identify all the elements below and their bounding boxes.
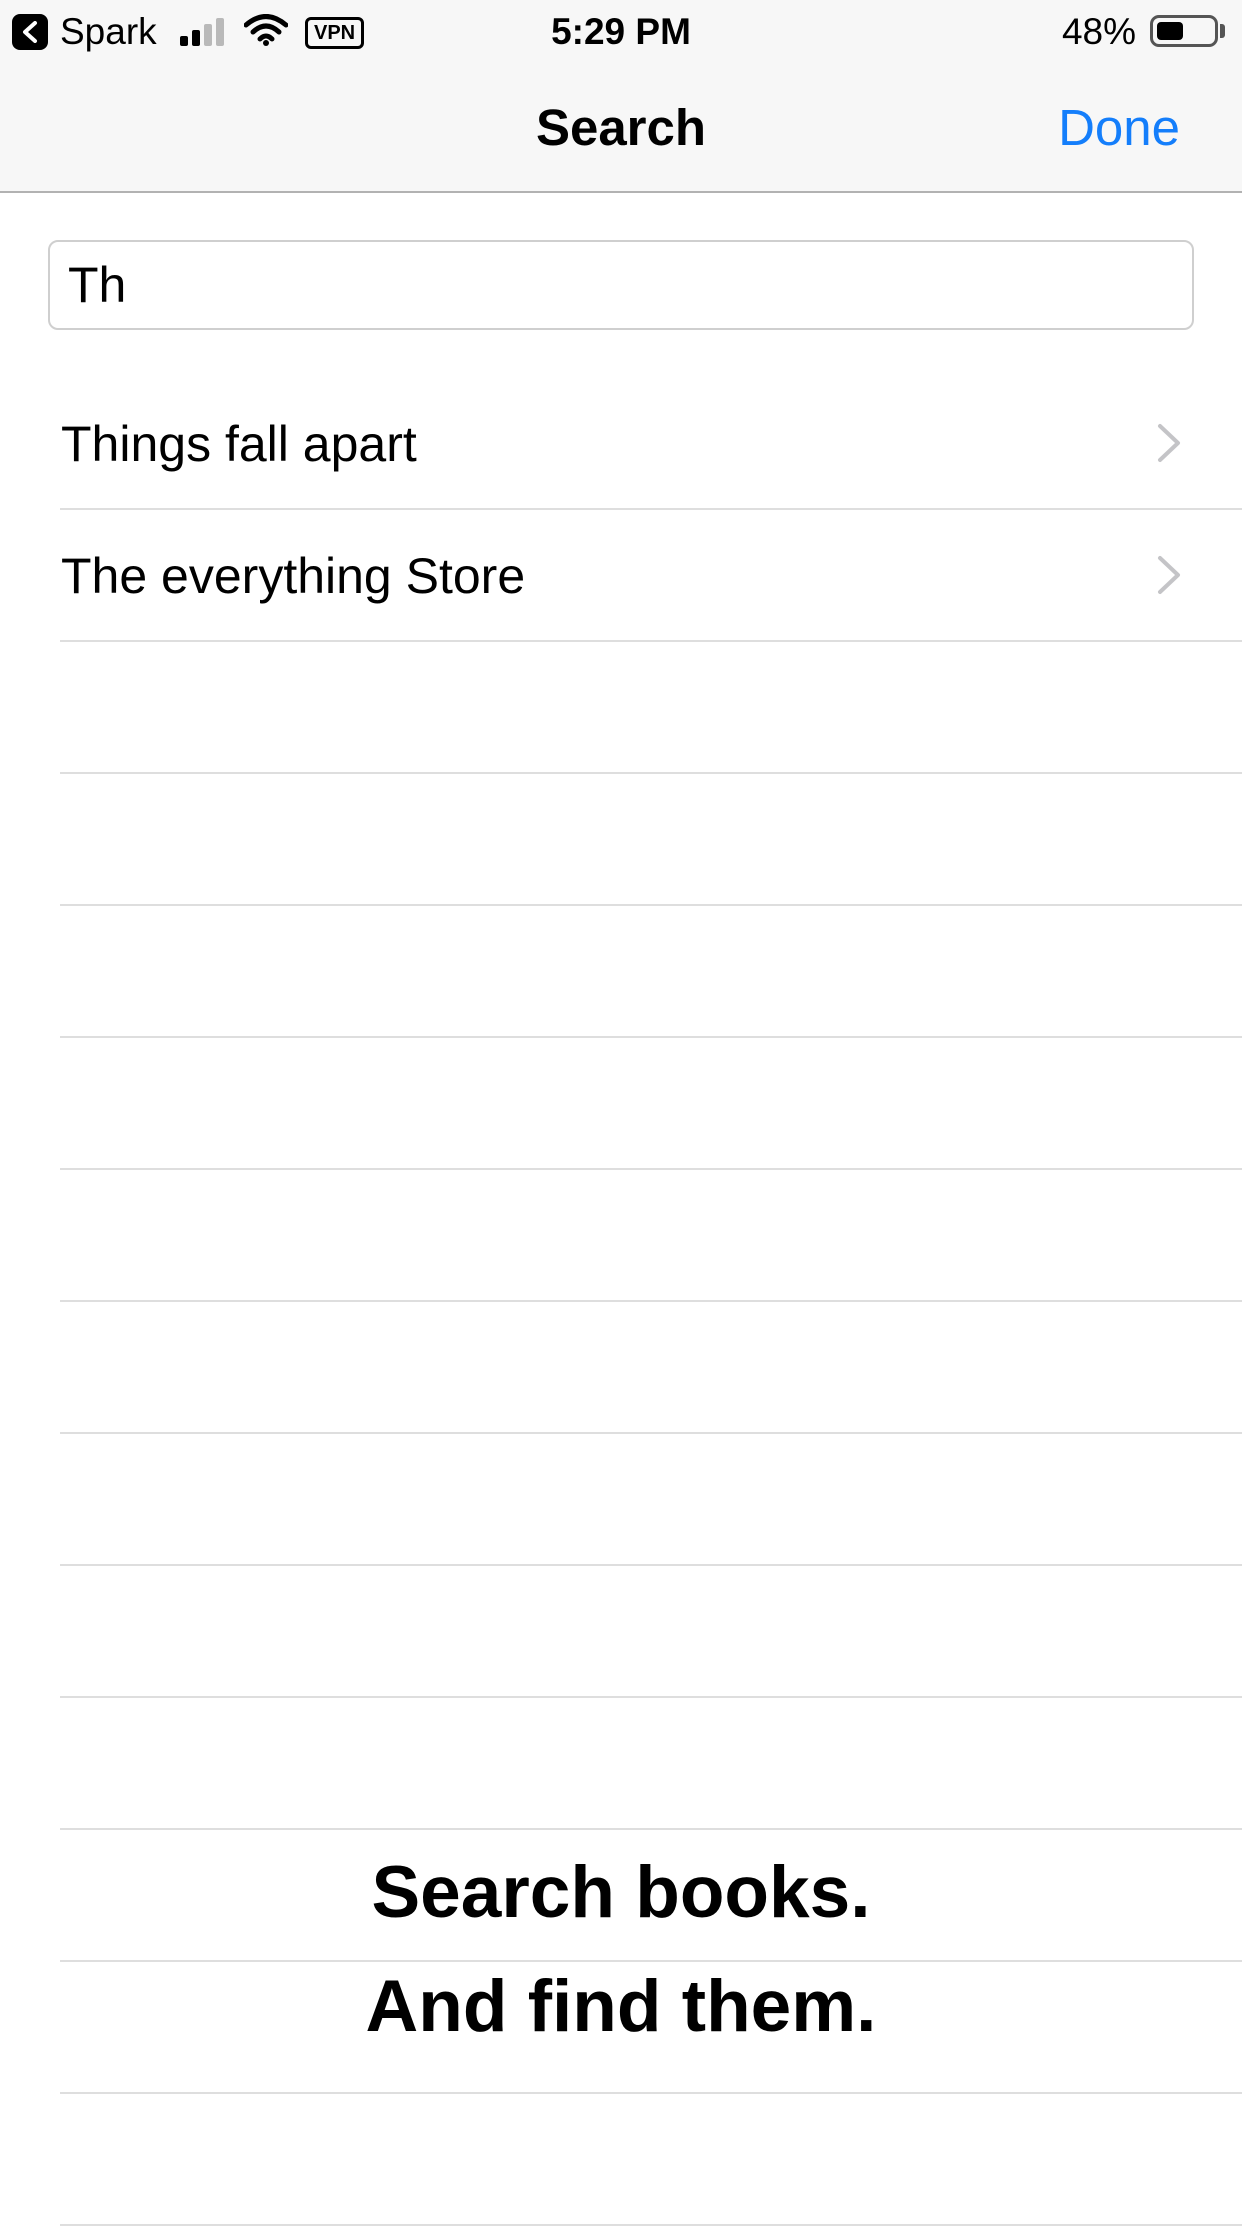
battery-icon [1150, 15, 1218, 47]
empty-row [0, 1434, 1242, 1566]
empty-row [0, 642, 1242, 774]
page-title: Search [535, 99, 707, 156]
tagline-line-2: And find them. [365, 1966, 877, 2047]
battery-fill [1157, 22, 1183, 40]
empty-row [0, 1038, 1242, 1170]
search-field[interactable] [48, 240, 1194, 330]
empty-row [0, 1698, 1242, 1830]
battery-percent: 48% [1061, 11, 1136, 52]
done-button[interactable]: Done [1058, 98, 1180, 158]
list-item-label: Things fall apart [61, 416, 417, 472]
empty-row [0, 1170, 1242, 1302]
list-item[interactable]: Things fall apart [0, 378, 1242, 510]
empty-row [0, 2094, 1242, 2226]
tagline-line-1: Search books. [371, 1852, 871, 1933]
empty-row [0, 774, 1242, 906]
status-bar: Spark VPN 5:29 PM 48% [0, 0, 1242, 62]
navigation-bar: Search Done [0, 62, 1242, 193]
list-item-label: The everything Store [61, 548, 526, 604]
results-list: Things fall apart The everything Store [0, 378, 1242, 2226]
list-item[interactable]: The everything Store [0, 510, 1242, 642]
empty-row [0, 1302, 1242, 1434]
chevron-right-icon [1158, 556, 1180, 594]
chevron-right-icon [1158, 424, 1180, 462]
status-time: 5:29 PM [551, 11, 691, 52]
empty-row [0, 906, 1242, 1038]
search-input[interactable] [68, 242, 1168, 328]
battery-nub [1220, 24, 1225, 38]
empty-row [0, 1566, 1242, 1698]
